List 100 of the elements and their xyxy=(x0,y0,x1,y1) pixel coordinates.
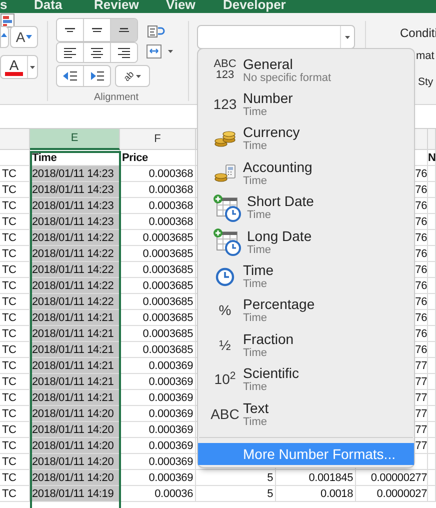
number-format-field[interactable] xyxy=(197,25,355,49)
table-cell: TC xyxy=(2,198,16,212)
format-example: Time xyxy=(243,174,268,188)
table-cell: 0.0003685 xyxy=(142,262,193,276)
table-cell: TC xyxy=(2,166,16,180)
format-example: Time xyxy=(247,209,272,222)
table-cell: 2018/01/11 14:20 xyxy=(32,422,114,436)
format-example: Time xyxy=(243,346,268,360)
format-name: Scientific xyxy=(243,365,300,382)
table-cell: 77 xyxy=(415,390,427,404)
table-cell: 0.000369 xyxy=(148,438,193,452)
ribbon-tab[interactable]: Data xyxy=(34,0,94,11)
table-cell: 76 xyxy=(415,342,427,356)
table-cell: TC xyxy=(2,342,16,356)
format-name: Percentage xyxy=(243,296,315,312)
table-cell: 77 xyxy=(415,422,427,436)
table-cell: TC xyxy=(2,262,16,276)
format-glyph: 123 xyxy=(213,97,237,112)
table-cell: 0.000369 xyxy=(148,374,193,388)
format-glyph: ABC 123 xyxy=(214,59,236,82)
table-cell: TC xyxy=(2,326,16,340)
table-cell: 0.000368 xyxy=(148,214,193,228)
table-cell: 0.000369 xyxy=(148,358,193,372)
align-right-icon xyxy=(118,48,130,58)
group-label: Alignment xyxy=(94,91,138,105)
table-cell: TC xyxy=(2,374,16,388)
menu-item[interactable]: Currency Time xyxy=(198,122,414,156)
table-cell: 2018/01/11 14:20 xyxy=(32,406,114,420)
table-cell: 2018/01/11 14:21 xyxy=(32,326,114,340)
table-cell: 76 xyxy=(415,230,427,244)
menu-item[interactable]: Time Time xyxy=(198,259,414,294)
align-center-button[interactable] xyxy=(83,43,110,62)
table-cell: 0.000369 xyxy=(148,406,193,420)
merge-cells-icon xyxy=(146,44,162,58)
format-name: Currency xyxy=(243,124,300,140)
align-right-button[interactable] xyxy=(110,43,137,62)
table-cell: TC xyxy=(2,358,16,372)
menu-item[interactable]: ABC 123 General No specific format xyxy=(198,53,414,88)
format-name: Short Date xyxy=(247,193,314,210)
table-cell: 0.000368 xyxy=(148,166,193,180)
calendar-clock-icon xyxy=(213,194,241,222)
table-cell: 76 xyxy=(415,214,427,228)
align-top-icon xyxy=(65,28,75,32)
wrap-text-button[interactable] xyxy=(146,23,166,39)
orientation-button[interactable]: ab xyxy=(115,65,150,87)
menu-item[interactable]: Long Date Time xyxy=(198,224,414,260)
table-cell: 2018/01/11 14:22 xyxy=(32,246,114,260)
table-cell: 76 xyxy=(415,166,427,180)
menu-item[interactable]: Short Date Time xyxy=(198,190,414,225)
grow-font-button[interactable] xyxy=(0,26,9,48)
align-bottom-button[interactable] xyxy=(110,19,137,41)
table-cell: TC xyxy=(2,454,16,468)
table-cell: 0.000369 xyxy=(148,390,193,404)
table-cell: 2018/01/11 14:20 xyxy=(32,470,114,484)
table-cell: 77 xyxy=(415,358,427,372)
outdent-icon xyxy=(62,70,78,82)
format-as-table-button[interactable]: mat xyxy=(416,48,434,64)
format-name: Fraction xyxy=(243,330,294,347)
align-center-icon xyxy=(91,48,103,58)
table-cell: TC xyxy=(2,486,16,500)
format-example: No specific format xyxy=(243,72,332,85)
table-cell: TC xyxy=(2,422,16,436)
table-cell: 0.000368 xyxy=(148,198,193,212)
column-header[interactable]: F xyxy=(120,129,196,150)
table-cell: 2018/01/11 14:23 xyxy=(32,214,114,228)
table-cell: 2018/01/11 14:22 xyxy=(32,262,114,276)
table-cell: TC xyxy=(2,438,16,452)
caret-icon xyxy=(26,35,32,39)
format-name: Time xyxy=(243,262,274,278)
shrink-font-button[interactable]: A xyxy=(10,26,38,48)
font-color-dropdown[interactable] xyxy=(27,56,37,78)
table-cell: 0.0000027 xyxy=(376,486,427,500)
table-cell: 2018/01/11 14:23 xyxy=(32,198,114,212)
column-header[interactable]: E xyxy=(30,129,120,150)
format-name: Accounting xyxy=(243,158,312,175)
format-example: Time xyxy=(243,140,268,154)
coins-icon xyxy=(214,130,236,148)
table-cell: 2018/01/11 14:20 xyxy=(32,454,114,468)
table-cell: 77 xyxy=(415,374,427,388)
caret-icon xyxy=(168,50,173,52)
table-cell: 76 xyxy=(415,294,427,308)
cell-styles-button[interactable]: Sty xyxy=(418,75,434,91)
table-cell: 0.0003685 xyxy=(142,294,193,308)
up-arrow-icon xyxy=(1,33,7,37)
coins-calculator-icon xyxy=(214,164,236,182)
table-cell: 2018/01/11 14:21 xyxy=(32,342,114,356)
align-top-button[interactable] xyxy=(57,19,83,41)
table-cell: TC xyxy=(2,390,16,404)
align-middle-button[interactable] xyxy=(83,19,110,41)
table-cell: 2018/01/11 14:20 xyxy=(32,438,114,452)
format-example: Time xyxy=(243,416,268,429)
menu-item[interactable]: Accounting Time xyxy=(198,156,414,191)
table-cell: 2018/01/11 14:22 xyxy=(32,230,114,244)
table-cell: TC xyxy=(2,214,16,228)
align-left-button[interactable] xyxy=(57,43,83,62)
ribbon-tab[interactable]: s xyxy=(0,0,34,11)
table-cell: 76 xyxy=(415,278,427,292)
table-cell: 76 xyxy=(415,326,427,340)
format-example: Time xyxy=(243,381,268,394)
table-cell: 0.0003685 xyxy=(142,342,193,356)
